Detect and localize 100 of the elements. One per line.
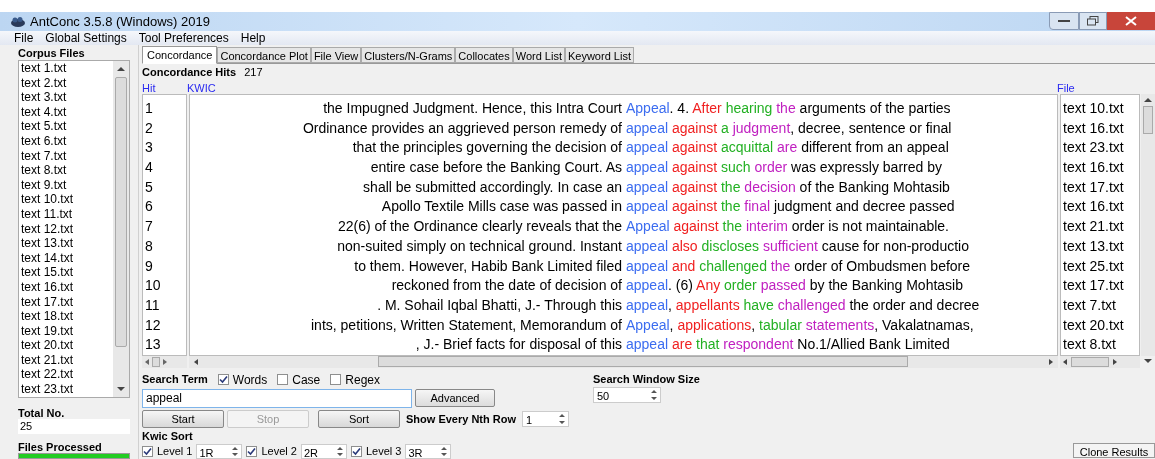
tab[interactable]: Word List bbox=[512, 47, 565, 63]
hits-label: Concordance Hits bbox=[142, 64, 237, 80]
tab[interactable]: Clusters/N-Grams bbox=[361, 47, 456, 63]
file-list-item[interactable]: text 10.txt bbox=[19, 192, 113, 207]
file-list-item[interactable]: text 22.txt bbox=[19, 367, 113, 383]
window-size-label: Search Window Size bbox=[593, 372, 700, 384]
tab[interactable]: Keyword List bbox=[564, 47, 634, 63]
level-spinner[interactable]: 1R bbox=[196, 443, 243, 459]
file-list-item[interactable]: text 18.txt bbox=[19, 309, 113, 324]
checkbox[interactable] bbox=[277, 374, 289, 385]
file-name: text 10.txt bbox=[1062, 99, 1125, 118]
scroll-right-icon bbox=[163, 358, 167, 365]
tab[interactable]: Concordance Plot bbox=[217, 47, 311, 63]
hit-number: 4 bbox=[144, 158, 154, 178]
window-size-spinner[interactable]: 50 bbox=[593, 387, 661, 403]
file-list-item[interactable]: text 11.txt bbox=[19, 206, 113, 222]
checkbox[interactable] bbox=[142, 445, 153, 457]
scroll-thumb[interactable] bbox=[115, 77, 127, 347]
menu-item[interactable]: Tool Preferences bbox=[138, 29, 229, 47]
clone-results-button[interactable]: Clone Results bbox=[1073, 443, 1155, 458]
file-list-item[interactable]: text 16.txt bbox=[19, 279, 113, 295]
scrollbar[interactable] bbox=[1141, 94, 1155, 356]
right-context: appeal and challenged the order of Ombudsmen before bbox=[625, 256, 971, 276]
file-list-item[interactable]: text 1.txt bbox=[19, 61, 113, 76]
file-list-item[interactable]: text 6.txt bbox=[19, 133, 113, 149]
file-name: text 17.txt bbox=[1062, 276, 1125, 296]
scroll-thumb[interactable] bbox=[1143, 106, 1153, 134]
file-name: text 7.txt bbox=[1062, 295, 1117, 315]
file-list-item[interactable]: text 23.txt bbox=[19, 382, 113, 397]
action-button[interactable]: Start bbox=[142, 410, 224, 428]
file-list-item[interactable]: text 4.txt bbox=[19, 104, 113, 120]
file-name: text 16.txt bbox=[1062, 158, 1125, 178]
left-context: entire case before the Banking Court. As bbox=[369, 158, 622, 178]
advanced-button[interactable]: Advanced bbox=[415, 389, 495, 407]
left-context: Apollo Textile Mills case was passed in bbox=[380, 197, 622, 217]
right-context: Appeal, applications, tabular statements, Vakalatnamas, bbox=[625, 315, 974, 335]
tab[interactable]: Concordance bbox=[142, 46, 218, 64]
checkbox[interactable] bbox=[330, 374, 342, 385]
scroll-left-icon bbox=[1063, 358, 1067, 365]
checkbox-label: Level 1 bbox=[157, 443, 193, 459]
checkbox[interactable] bbox=[217, 374, 229, 385]
files-processed-label: Files Processed bbox=[18, 439, 103, 453]
action-button[interactable]: Sort bbox=[318, 410, 400, 428]
right-context: Appeal against the interim order is not maintainable. bbox=[625, 217, 949, 237]
file-name: text 21.txt bbox=[1062, 217, 1125, 237]
file-name: text 23.txt bbox=[1062, 138, 1125, 158]
column-header[interactable]: Hit bbox=[142, 80, 187, 94]
file-list-item[interactable]: text 7.txt bbox=[19, 148, 113, 164]
close-icon bbox=[1125, 16, 1137, 26]
level-spinner[interactable]: 2R bbox=[300, 443, 347, 459]
left-context: shall be submitted accordingly. In case an bbox=[362, 177, 622, 197]
column-header[interactable]: File bbox=[1057, 80, 1075, 94]
tab[interactable]: Collocates bbox=[455, 47, 513, 63]
menu-item[interactable]: Help bbox=[240, 29, 266, 47]
minimize-icon bbox=[1058, 19, 1070, 23]
sidebar-heading: Corpus Files bbox=[18, 46, 86, 60]
scrollbar[interactable] bbox=[113, 61, 129, 397]
checkbox-label: Level 3 bbox=[365, 443, 402, 459]
file-list-item[interactable]: text 12.txt bbox=[19, 221, 113, 237]
close-button[interactable] bbox=[1107, 12, 1155, 30]
file-list-item[interactable]: text 5.txt bbox=[19, 119, 113, 134]
file-list-item[interactable]: text 3.txt bbox=[19, 90, 113, 105]
file-list-item[interactable]: text 8.txt bbox=[19, 163, 113, 178]
scroll-left-icon bbox=[145, 358, 149, 365]
scroll-thumb[interactable] bbox=[378, 356, 908, 368]
menu-item[interactable]: Global Settings bbox=[45, 29, 127, 47]
file-list-item[interactable]: text 21.txt bbox=[19, 352, 113, 368]
restore-button[interactable] bbox=[1079, 12, 1107, 30]
file-list-item[interactable]: text 17.txt bbox=[19, 294, 113, 310]
level-spinner[interactable]: 3R bbox=[405, 443, 452, 459]
file-list-item[interactable]: text 2.txt bbox=[19, 75, 113, 91]
left-context: ints, petitions, Written Statement, Memorandum of bbox=[310, 315, 622, 335]
scroll-thumb[interactable] bbox=[1071, 356, 1109, 367]
minimize-button[interactable] bbox=[1049, 12, 1079, 30]
menu-item[interactable]: File bbox=[14, 29, 34, 47]
scroll-down-icon bbox=[1144, 359, 1152, 365]
tab[interactable]: File View bbox=[310, 47, 362, 63]
file-list-item[interactable]: text 19.txt bbox=[19, 323, 113, 339]
left-context: 22(6) of the Ordinance clearly reveals that the bbox=[336, 217, 622, 237]
checkbox[interactable] bbox=[246, 445, 258, 457]
file-name: text 20.txt bbox=[1062, 315, 1125, 335]
nth-row-spinner[interactable]: 1 bbox=[522, 411, 570, 427]
file-list-item[interactable]: text 13.txt bbox=[19, 236, 113, 251]
column-header[interactable]: KWIC bbox=[187, 80, 1057, 94]
file-list-item[interactable]: text 20.txt bbox=[19, 338, 113, 353]
scroll-thumb[interactable] bbox=[152, 356, 160, 367]
file-list-item[interactable]: text 15.txt bbox=[19, 265, 113, 280]
search-field[interactable]: appeal bbox=[142, 388, 412, 408]
right-context: appeal, appellants have challenged the order and decree bbox=[625, 295, 980, 315]
scroll-down-icon bbox=[117, 386, 125, 392]
file-list-item[interactable]: text 9.txt bbox=[19, 177, 113, 193]
restore-icon bbox=[1087, 16, 1099, 26]
checkbox[interactable] bbox=[350, 445, 362, 457]
checkbox-label: Regex bbox=[345, 371, 380, 389]
right-context: appeal against the decision of the Banking Mohtasib bbox=[625, 177, 950, 197]
right-context: appeal against a judgment, decree, sentence or final bbox=[625, 118, 952, 138]
hit-number: 12 bbox=[144, 315, 162, 335]
hit-number: 1 bbox=[144, 99, 154, 118]
left-context: that the principles governing the decision of bbox=[351, 138, 622, 158]
file-list-item[interactable]: text 14.txt bbox=[19, 250, 113, 266]
